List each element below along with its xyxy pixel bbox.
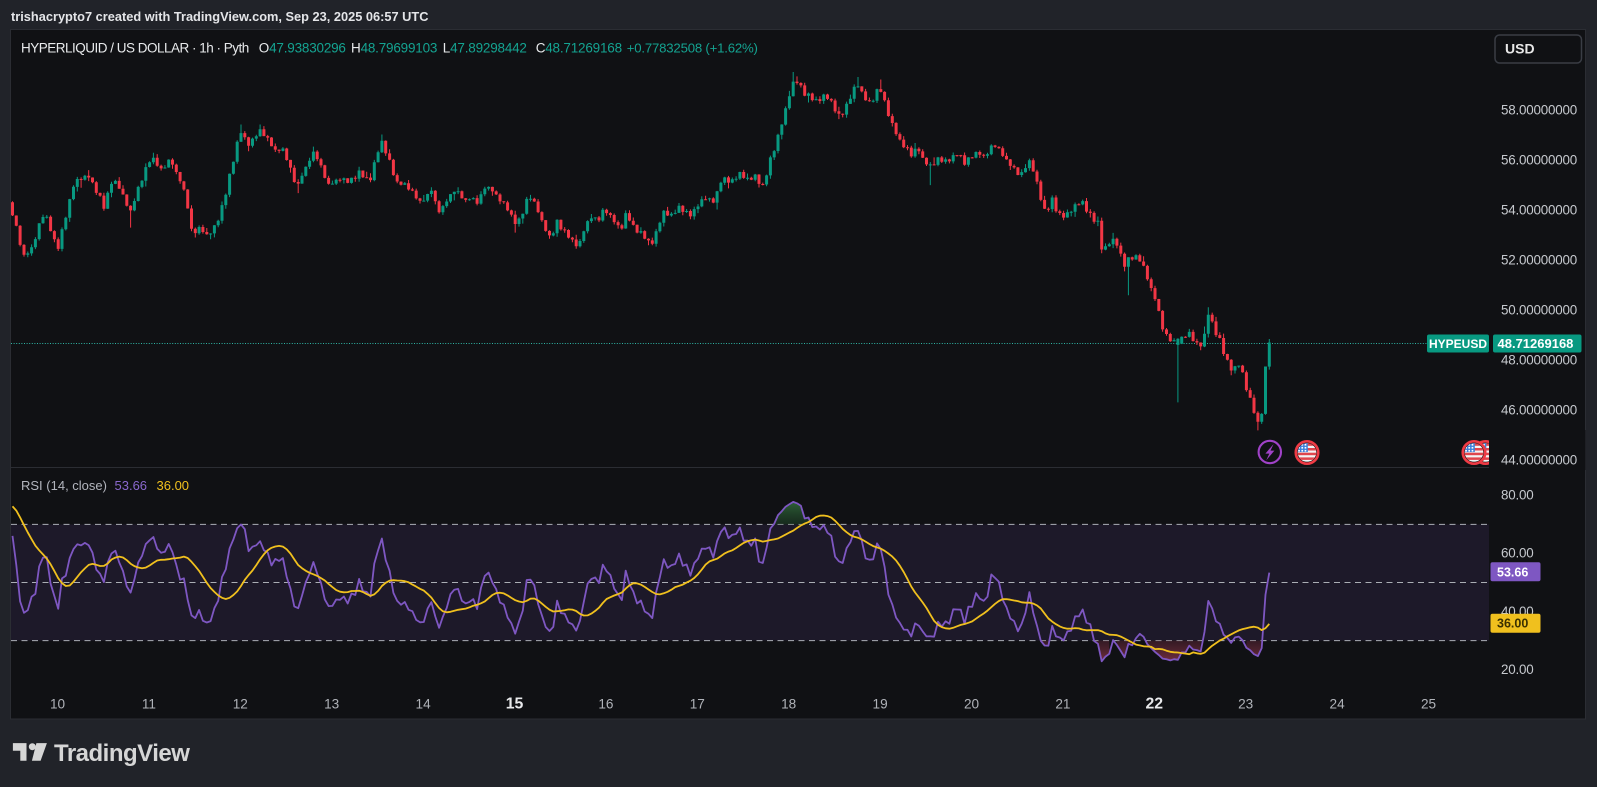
svg-text:14: 14: [416, 697, 432, 712]
svg-text:23: 23: [1238, 697, 1253, 712]
svg-text:58.00000000: 58.00000000: [1501, 102, 1577, 117]
svg-text:48.71269168: 48.71269168: [1498, 336, 1574, 351]
svg-text:53.66: 53.66: [115, 478, 148, 493]
svg-text:46.00000000: 46.00000000: [1501, 403, 1577, 418]
svg-text:18: 18: [781, 697, 796, 712]
svg-text:13: 13: [324, 697, 339, 712]
svg-text:80.00: 80.00: [1501, 488, 1534, 503]
svg-text:C48.71269168: C48.71269168: [536, 41, 622, 56]
svg-text:20: 20: [964, 697, 980, 712]
svg-text:USD: USD: [1505, 41, 1535, 57]
svg-text:11: 11: [142, 697, 156, 712]
svg-text:54.00000000: 54.00000000: [1501, 202, 1577, 217]
svg-text:21: 21: [1055, 697, 1070, 712]
svg-text:HYPEUSD: HYPEUSD: [1429, 337, 1487, 351]
svg-text:17: 17: [690, 697, 705, 712]
svg-text:15: 15: [506, 696, 524, 713]
svg-text:48.00000000: 48.00000000: [1501, 353, 1577, 368]
svg-text:RSI (14, close): RSI (14, close): [21, 478, 107, 493]
svg-text:36.00: 36.00: [157, 478, 190, 493]
svg-text:20.00: 20.00: [1501, 662, 1534, 677]
svg-text:24: 24: [1330, 697, 1346, 712]
svg-text:19: 19: [873, 697, 888, 712]
svg-text:TradingView: TradingView: [54, 740, 190, 767]
svg-text:HYPERLIQUID / US DOLLAR · 1h ·: HYPERLIQUID / US DOLLAR · 1h · Pyth: [21, 41, 249, 56]
svg-text:10: 10: [50, 697, 66, 712]
svg-text:16: 16: [598, 697, 613, 712]
svg-text:22: 22: [1146, 696, 1164, 713]
svg-text:12: 12: [233, 697, 248, 712]
svg-text:trishacrypto7 created with Tra: trishacrypto7 created with TradingView.c…: [11, 9, 428, 24]
svg-text:53.66: 53.66: [1497, 565, 1528, 579]
svg-text:H48.79699103: H48.79699103: [351, 41, 437, 56]
svg-text:60.00: 60.00: [1501, 546, 1534, 561]
svg-text:50.00000000: 50.00000000: [1501, 303, 1577, 318]
svg-text:44.00000000: 44.00000000: [1501, 453, 1577, 468]
svg-text:L47.89298442: L47.89298442: [443, 41, 527, 56]
svg-text:36.00: 36.00: [1497, 617, 1528, 631]
svg-text:56.00000000: 56.00000000: [1501, 152, 1577, 167]
svg-text:52.00000000: 52.00000000: [1501, 253, 1577, 268]
svg-text:+0.77832508 (+1.62%): +0.77832508 (+1.62%): [627, 41, 758, 56]
svg-text:O47.93830296: O47.93830296: [259, 41, 346, 56]
svg-text:25: 25: [1421, 697, 1436, 712]
